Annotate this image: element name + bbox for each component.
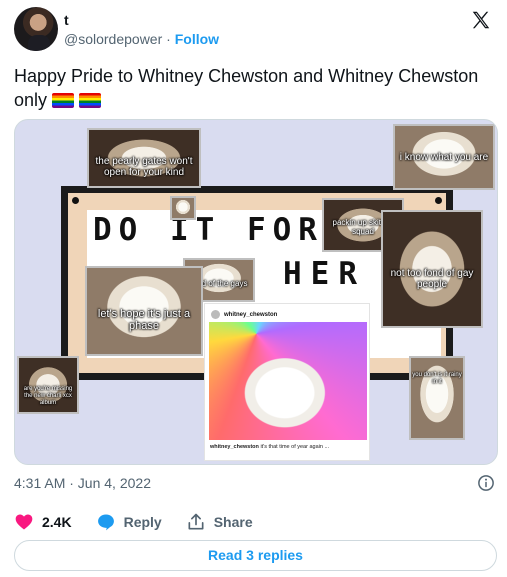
- sign-dot: [435, 197, 442, 204]
- action-bar: 2.4K Reply Share: [14, 512, 277, 532]
- tweet-timestamp[interactable]: 4:31 AM · Jun 4, 2022: [14, 475, 151, 491]
- sticker-caption: not too fond of gay people: [390, 268, 474, 290]
- instagram-post: whitney_chewston whitney_chewston it's t…: [204, 303, 370, 461]
- info-icon[interactable]: [477, 474, 495, 492]
- post-avatar: [211, 310, 220, 319]
- tweet-text: Happy Pride to Whitney Chewston and Whit…: [14, 64, 496, 112]
- post-caption-user: whitney_chewston: [210, 444, 259, 450]
- dog-sticker: the pearly gates won't open for your kin…: [87, 128, 201, 188]
- sign-text-line2: HER: [283, 256, 366, 292]
- user-handle[interactable]: @solordepower: [64, 31, 162, 47]
- reply-button[interactable]: Reply: [96, 512, 162, 532]
- display-name[interactable]: t: [64, 12, 69, 28]
- dog-sticker: not too fond of gay people: [381, 210, 483, 328]
- dog-sticker: i know what you are: [393, 124, 495, 190]
- x-logo-icon[interactable]: [470, 9, 492, 31]
- read-replies-button[interactable]: Read 3 replies: [14, 540, 497, 571]
- dog-sticker: you don't is it rainy in it: [409, 356, 465, 440]
- reply-bubble-icon: [97, 514, 114, 531]
- share-icon: [188, 513, 204, 530]
- share-button[interactable]: Share: [186, 512, 253, 532]
- reply-label: Reply: [123, 514, 162, 530]
- sticker-caption: you don't is it rainy in it: [412, 372, 462, 385]
- separator-dot: ·: [166, 31, 171, 47]
- sticker-caption: let's hope it's just a phase: [97, 308, 191, 332]
- dog-sticker: let's hope it's just a phase: [85, 266, 203, 356]
- heart-icon: [15, 514, 33, 530]
- sticker-caption: are you're missing the new charli xcx al…: [23, 386, 73, 406]
- sticker-caption: the pearly gates won't open for your kin…: [95, 156, 193, 178]
- like-count: 2.4K: [42, 514, 72, 530]
- dog-sticker: are you're missing the new charli xcx al…: [17, 356, 79, 414]
- handle-row: @solordepower · Follow: [64, 31, 219, 47]
- tweet-image[interactable]: DO IT FOR HER the pearly gates won't ope…: [14, 119, 498, 465]
- post-photo: [209, 322, 367, 440]
- sticker-caption: i know what you are: [399, 152, 489, 163]
- post-header: whitney_chewston: [211, 310, 277, 319]
- tweet-header: t @solordepower · Follow: [14, 7, 496, 53]
- post-caption: whitney_chewston it's that time of year …: [210, 444, 329, 450]
- sign-text-line1: DO IT FOR: [93, 212, 324, 248]
- rainbow-flag-icon: [52, 93, 75, 108]
- avatar[interactable]: [14, 7, 58, 51]
- post-caption-text: it's that time of year again ...: [260, 444, 330, 450]
- dog-sticker: [170, 196, 196, 220]
- post-username: whitney_chewston: [224, 312, 278, 319]
- share-label: Share: [213, 514, 253, 530]
- rainbow-flag-icon: [79, 93, 102, 108]
- follow-button[interactable]: Follow: [175, 31, 219, 47]
- like-button[interactable]: 2.4K: [14, 512, 72, 532]
- sign-dot: [72, 197, 79, 204]
